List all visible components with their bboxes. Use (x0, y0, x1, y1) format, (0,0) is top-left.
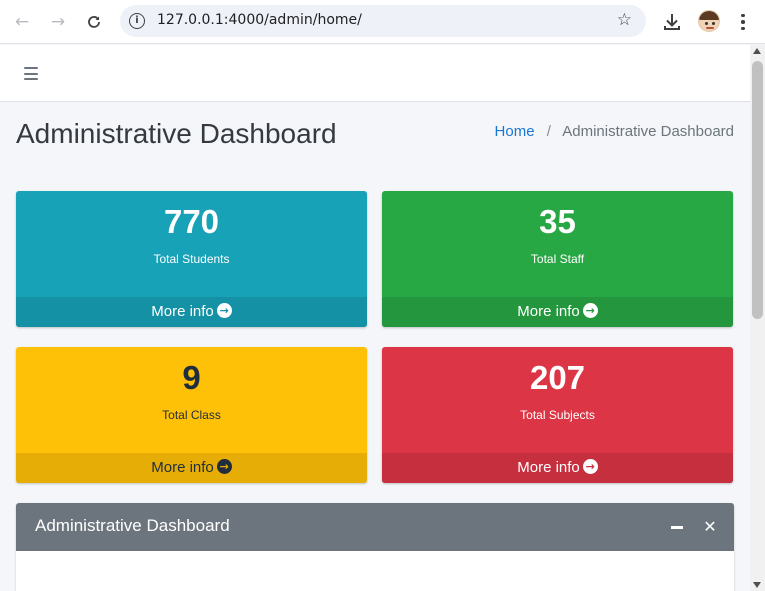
page-scrollbar[interactable] (750, 45, 765, 591)
scroll-down-icon[interactable] (753, 582, 761, 588)
stat-value: 9 (182, 359, 201, 396)
stat-box-students: 770 Total Students More info (16, 191, 367, 327)
site-info-icon[interactable]: i (129, 13, 145, 29)
stat-label: Total Class (162, 408, 221, 422)
scrollbar-thumb[interactable] (752, 61, 763, 319)
url-text[interactable]: 127.0.0.1:4000/admin/home/ (157, 12, 362, 28)
forward-icon[interactable]: → (45, 9, 71, 35)
more-info-link-staff[interactable]: More info (382, 297, 733, 327)
arrow-circle-right-icon (216, 459, 232, 474)
more-info-label: More info (151, 459, 214, 476)
close-icon[interactable]: ✕ (702, 517, 718, 537)
dashboard-card: Administrative Dashboard ✕ (16, 503, 734, 591)
top-navbar (0, 45, 750, 102)
scroll-up-icon[interactable] (753, 48, 761, 54)
browser-toolbar: ← → i 127.0.0.1:4000/admin/home/ ☆ (0, 0, 765, 44)
more-info-link-students[interactable]: More info (16, 297, 367, 327)
more-info-label: More info (517, 459, 580, 476)
more-info-link-subjects[interactable]: More info (382, 453, 733, 483)
stat-label: Total Staff (530, 252, 585, 266)
breadcrumb-home-link[interactable]: Home (495, 123, 535, 140)
breadcrumb: Home / Administrative Dashboard (495, 123, 734, 140)
stat-box-staff: 35 Total Staff More info (382, 191, 733, 327)
bookmark-star-icon[interactable]: ☆ (617, 10, 632, 30)
reload-icon[interactable] (81, 9, 107, 35)
more-info-link-class[interactable]: More info (16, 453, 367, 483)
profile-avatar[interactable] (698, 10, 720, 32)
hamburger-menu-icon[interactable] (24, 67, 38, 80)
collapse-icon[interactable] (671, 526, 683, 529)
stat-label: Total Students (153, 252, 230, 266)
arrow-circle-right-icon (216, 303, 232, 318)
card-header: Administrative Dashboard ✕ (16, 503, 734, 551)
download-icon[interactable] (660, 10, 684, 34)
more-menu-icon[interactable] (735, 9, 751, 35)
page-title: Administrative Dashboard (16, 118, 337, 149)
address-bar[interactable]: i 127.0.0.1:4000/admin/home/ ☆ (120, 5, 646, 37)
stat-value: 35 (539, 203, 576, 240)
more-info-label: More info (151, 303, 214, 320)
stat-value: 770 (163, 203, 220, 240)
stat-box-class: 9 Total Class More info (16, 347, 367, 483)
arrow-circle-right-icon (582, 303, 598, 318)
back-icon[interactable]: ← (9, 9, 35, 35)
arrow-circle-right-icon (582, 459, 598, 474)
card-title: Administrative Dashboard (35, 516, 230, 535)
more-info-label: More info (517, 303, 580, 320)
breadcrumb-current: Administrative Dashboard (562, 123, 734, 140)
stat-label: Total Subjects (520, 408, 595, 422)
breadcrumb-separator: / (546, 123, 551, 140)
stat-box-subjects: 207 Total Subjects More info (382, 347, 733, 483)
stat-value: 207 (529, 359, 586, 396)
page-content: Administrative Dashboard Home / Administ… (0, 45, 750, 591)
